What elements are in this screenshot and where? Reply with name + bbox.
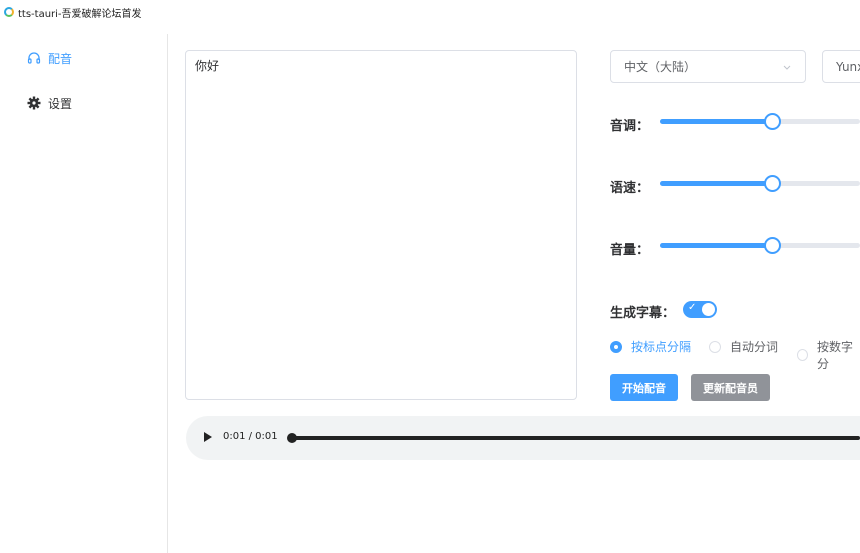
audio-time: 0:01 / 0:01 [223,431,278,442]
window-titlebar: tts-tauri-吾爱破解论坛首发 [0,0,860,24]
volume-slider[interactable] [660,237,860,254]
sidebar-item-settings[interactable]: 设置 [27,93,72,113]
rate-label: 语速： [610,181,650,196]
headphones-icon [27,51,41,65]
slider-thumb[interactable] [764,237,781,254]
pitch-label: 音调： [610,119,650,134]
gear-icon [27,96,41,110]
sidebar: 配音 设置 [0,34,168,553]
sidebar-item-label: 配音 [48,51,73,66]
audio-progress-handle[interactable] [287,433,297,443]
slider-fill [660,119,772,124]
voice-select[interactable]: Yunx [822,50,860,83]
check-icon: ✓ [688,302,697,313]
sidebar-item-label: 设置 [48,96,73,111]
text-input[interactable]: 你好 [185,50,577,400]
audio-player: 0:01 / 0:01 [186,416,860,460]
radio-label: 自动分词 [730,340,779,354]
radio-split-number[interactable]: 按数字分 [797,338,860,372]
window-title: tts-tauri-吾爱破解论坛首发 [18,8,142,20]
slider-fill [660,181,772,186]
audio-progress-bar[interactable] [292,436,860,440]
rate-slider[interactable] [660,175,860,192]
app-logo-icon [4,7,14,17]
subtitle-toggle[interactable]: ✓ [683,301,717,318]
language-select[interactable]: 中文（大陆） [610,50,806,83]
radio-split-punctuation[interactable]: 按标点分隔 [610,338,691,355]
radio-dot [709,340,721,353]
volume-label: 音量： [610,243,650,258]
subtitle-label: 生成字幕： [610,306,676,321]
radio-split-auto[interactable]: 自动分词 [709,338,778,355]
radio-label: 按标点分隔 [631,340,692,354]
play-icon[interactable] [204,432,212,442]
language-select-value: 中文（大陆） [624,60,697,74]
update-voices-button[interactable]: 更新配音员 [691,374,770,401]
start-dubbing-button[interactable]: 开始配音 [610,374,678,401]
radio-label: 按数字分 [816,340,853,371]
radio-dot [797,349,808,361]
slider-thumb[interactable] [764,175,781,192]
sidebar-item-dubbing[interactable]: 配音 [27,48,72,68]
voice-select-value: Yunx [836,59,860,74]
slider-thumb[interactable] [764,113,781,130]
pitch-slider[interactable] [660,113,860,130]
toggle-knob [702,303,715,316]
slider-fill [660,243,772,248]
radio-dot [610,340,622,353]
chevron-down-icon [782,61,792,75]
